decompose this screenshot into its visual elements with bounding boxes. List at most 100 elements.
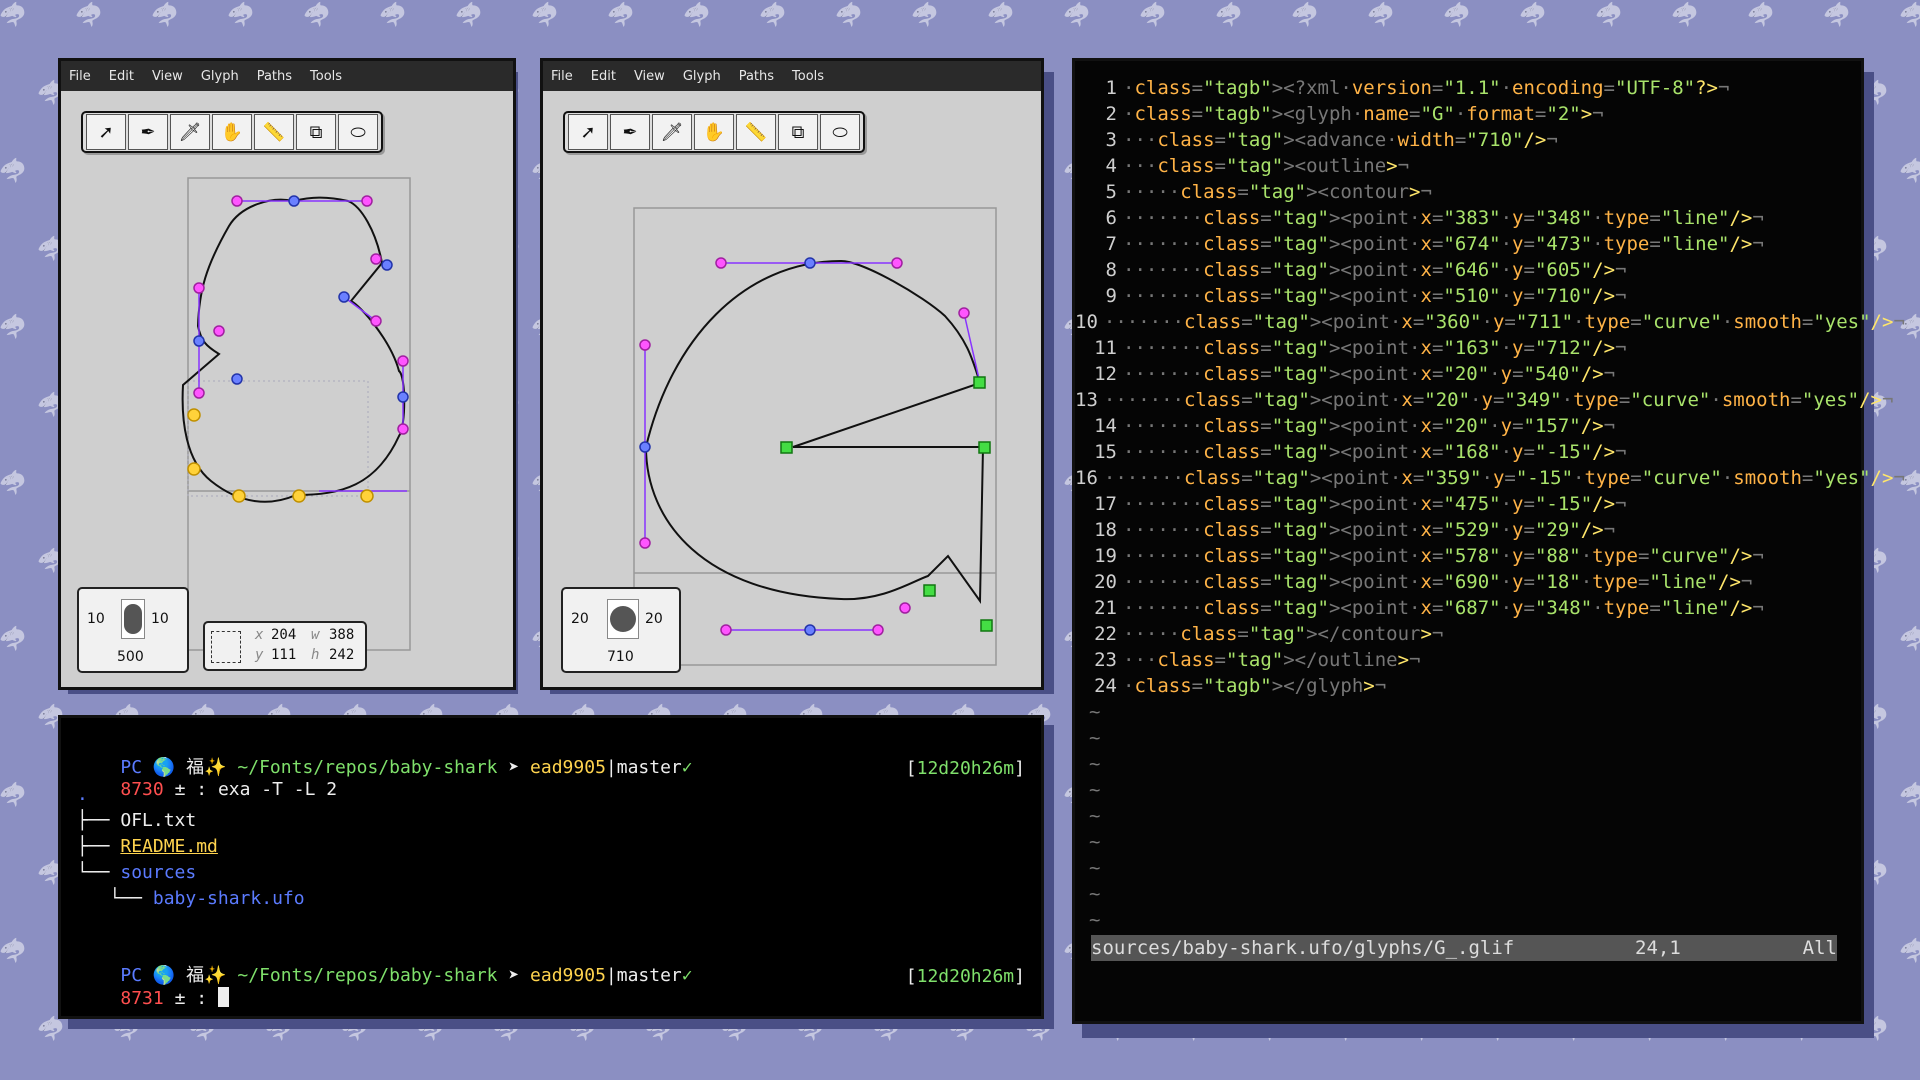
bbox-y-label: y (255, 647, 264, 663)
menu-tools[interactable]: Tools (792, 69, 824, 84)
advance-width[interactable]: 500 (117, 649, 144, 665)
menu-paths[interactable]: Paths (739, 69, 774, 84)
shark-icon: 🦈 (832, 0, 867, 33)
line-text: ···class="tag"></outline>¬ (1123, 649, 1421, 671)
shark-icon: 🦈 (452, 0, 487, 33)
line-text: ·······class="tag"><point·x="646"·y="605… (1123, 259, 1627, 281)
shark-icon: 🦈 (0, 936, 31, 969)
glyph-editor-g-window: File Edit View Glyph Paths Tools ➚ ✒ 🗡 ✋… (540, 58, 1044, 690)
advance-width[interactable]: 710 (607, 649, 634, 665)
menu-glyph[interactable]: Glyph (683, 69, 721, 84)
empty-line-tilde: ~ (1089, 857, 1101, 879)
line-number: 1 (1105, 77, 1117, 99)
code-buffer[interactable]: 1 ·class="tagb"><?xml·version="1.1"·encod… (1075, 77, 1905, 701)
menu-view[interactable]: View (152, 69, 183, 84)
menu-file[interactable]: File (551, 69, 573, 84)
tree-item: ├── README.md (77, 836, 218, 857)
status-filename: sources/baby-shark.ufo/glyphs/G_.glif (1091, 937, 1515, 959)
code-line: 22 ·····class="tag"></contour>¬ (1075, 623, 1861, 649)
empty-line-tilde: ~ (1089, 805, 1101, 827)
menu-tools[interactable]: Tools (310, 69, 342, 84)
shark-icon: 🦈 (604, 0, 639, 33)
file-ofl[interactable]: OFL.txt (120, 810, 196, 831)
line-text: ·····class="tag"><contour>¬ (1123, 181, 1432, 203)
vim-window[interactable]: 1 ·class="tagb"><?xml·version="1.1"·encod… (1072, 58, 1905, 1024)
line-number: 9 (1105, 285, 1117, 307)
line-number: 6 (1105, 207, 1117, 229)
bbox-w-label: w (311, 627, 320, 643)
line-number: 23 (1094, 649, 1117, 671)
line-number: 3 (1105, 129, 1117, 151)
code-line: 17 ·······class="tag"><point·x="475"·y="-… (1075, 493, 1861, 519)
bbox-h[interactable]: 242 (329, 647, 354, 663)
code-line: 5 ·····class="tag"><contour>¬ (1075, 181, 1861, 207)
shark-icon: 🦈 (0, 312, 31, 345)
shark-icon: 🦈 (1896, 624, 1920, 657)
glyph-editor-s-window: File Edit View Glyph Paths Tools ➚ ✒ 🗡 ✋… (58, 58, 516, 690)
right-sidebearing[interactable]: 10 (151, 611, 169, 627)
dir-ufo[interactable]: baby-shark.ufo (153, 888, 305, 909)
menu-edit[interactable]: Edit (591, 69, 616, 84)
glyph-preview-icon (121, 599, 145, 639)
selection-bbox-panel: x 204 w 388 y 111 h 242 (203, 621, 367, 671)
line-number: 12 (1094, 363, 1117, 385)
file-readme[interactable]: README.md (120, 836, 218, 857)
line-text: ·······class="tag"><point·x="20"·y="157"… (1123, 415, 1616, 437)
code-line: 3 ···class="tag"><advance·width="710"/>¬ (1075, 129, 1861, 155)
shark-icon: 🦈 (1668, 0, 1703, 33)
left-sidebearing[interactable]: 10 (87, 611, 105, 627)
bbox-y[interactable]: 111 (271, 647, 296, 663)
line-number: 22 (1094, 623, 1117, 645)
bbox-x-label: x (255, 627, 264, 643)
menu-bar: File Edit View Glyph Paths Tools (61, 61, 513, 91)
menu-file[interactable]: File (69, 69, 91, 84)
line-text: ·······class="tag"><point·x="20"·y="540"… (1123, 363, 1616, 385)
tree-root: . (77, 784, 88, 805)
left-sidebearing[interactable]: 20 (571, 611, 589, 627)
shark-icon: 🦈 (0, 156, 31, 189)
code-line: 12 ·······class="tag"><point·x="20"·y="54… (1075, 363, 1861, 389)
status-scroll: All (1802, 937, 1837, 959)
elapsed-time: [12d20h26m] (905, 966, 1025, 987)
menu-paths[interactable]: Paths (257, 69, 292, 84)
line-number: 4 (1105, 155, 1117, 177)
status-cursor-pos: 24,1 (1635, 937, 1681, 959)
shark-icon: 🦈 (528, 0, 563, 33)
prompt-line: PC 🌎 福✨ ~/Fonts/repos/baby-shark ➤ ead99… (77, 940, 1025, 986)
line-number: 13 (1075, 389, 1098, 411)
line-number: 18 (1094, 519, 1117, 541)
menu-view[interactable]: View (634, 69, 665, 84)
empty-line-tilde: ~ (1089, 883, 1101, 905)
history-number: 8731 (120, 988, 164, 1009)
shark-icon: 🦈 (1744, 0, 1779, 33)
empty-line-tilde: ~ (1089, 779, 1101, 801)
bbox-x[interactable]: 204 (271, 627, 296, 643)
bbox-w[interactable]: 388 (329, 627, 354, 643)
line-number: 24 (1094, 675, 1117, 697)
line-number: 5 (1105, 181, 1117, 203)
line-text: ···class="tag"><advance·width="710"/>¬ (1123, 129, 1558, 151)
on-curve-points[interactable] (193, 195, 409, 403)
terminal-cursor[interactable] (217, 987, 229, 1007)
line-text: ·······class="tag"><point·x="20"·y="349"… (1103, 389, 1894, 411)
line-text: ·······class="tag"><point·x="674"·y="473… (1123, 233, 1764, 255)
code-line: 7 ·······class="tag"><point·x="674"·y="47… (1075, 233, 1861, 259)
bbox-icon (211, 631, 241, 663)
tree-item: └── sources (77, 862, 197, 883)
shark-icon: 🦈 (1592, 0, 1627, 33)
shark-icon: 🦈 (1288, 0, 1323, 33)
line-number: 20 (1094, 571, 1117, 593)
menu-glyph[interactable]: Glyph (201, 69, 239, 84)
terminal-window[interactable]: PC 🌎 福✨ ~/Fonts/repos/baby-shark ➤ ead99… (58, 715, 1044, 1019)
line-text: ·class="tagb"><glyph·name="G"·format="2"… (1123, 103, 1604, 125)
right-sidebearing[interactable]: 20 (645, 611, 663, 627)
code-line: 13 ·······class="tag"><point·x="20"·y="34… (1075, 389, 1893, 415)
dir-sources[interactable]: sources (120, 862, 196, 883)
code-line: 11 ·······class="tag"><point·x="163"·y="7… (1075, 337, 1861, 363)
shark-icon: 🦈 (1896, 780, 1920, 813)
shark-icon: 🦈 (1364, 0, 1399, 33)
code-line: 24 ·class="tagb"></glyph>¬ (1075, 675, 1861, 701)
menu-edit[interactable]: Edit (109, 69, 134, 84)
empty-line-tilde: ~ (1089, 753, 1101, 775)
